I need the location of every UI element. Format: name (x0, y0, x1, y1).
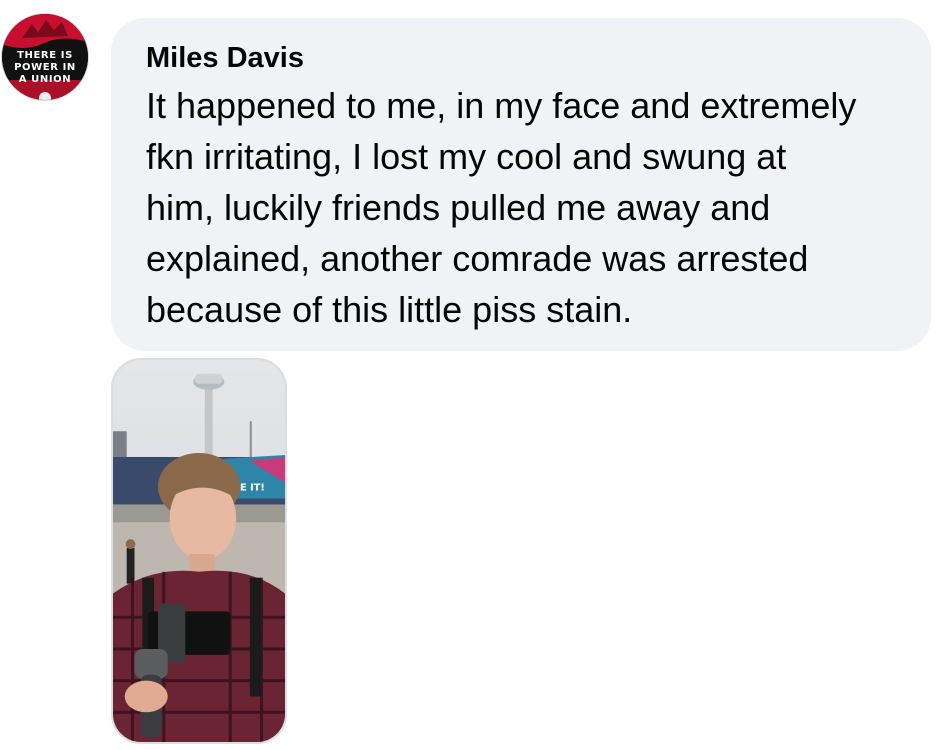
video-frame: E IT! (113, 360, 285, 742)
sign-text: E IT! (240, 483, 265, 494)
comment-thread: THERE IS POWER IN A UNION Miles Davis It… (0, 0, 939, 750)
avatar-slogan: THERE IS POWER IN A UNION (2, 50, 88, 86)
comment-text: It happened to me, in my face and extrem… (146, 85, 857, 330)
comment-author[interactable]: Miles Davis (146, 40, 901, 76)
avatar[interactable]: THERE IS POWER IN A UNION (2, 14, 88, 100)
avatar-line: A UNION (18, 74, 72, 85)
avatar-line: POWER IN (14, 62, 76, 73)
attached-video-thumbnail[interactable]: E IT! (111, 358, 287, 744)
avatar-line: THERE IS (17, 50, 73, 61)
comment-bubble: Miles Davis It happened to me, in my fac… (111, 18, 931, 351)
